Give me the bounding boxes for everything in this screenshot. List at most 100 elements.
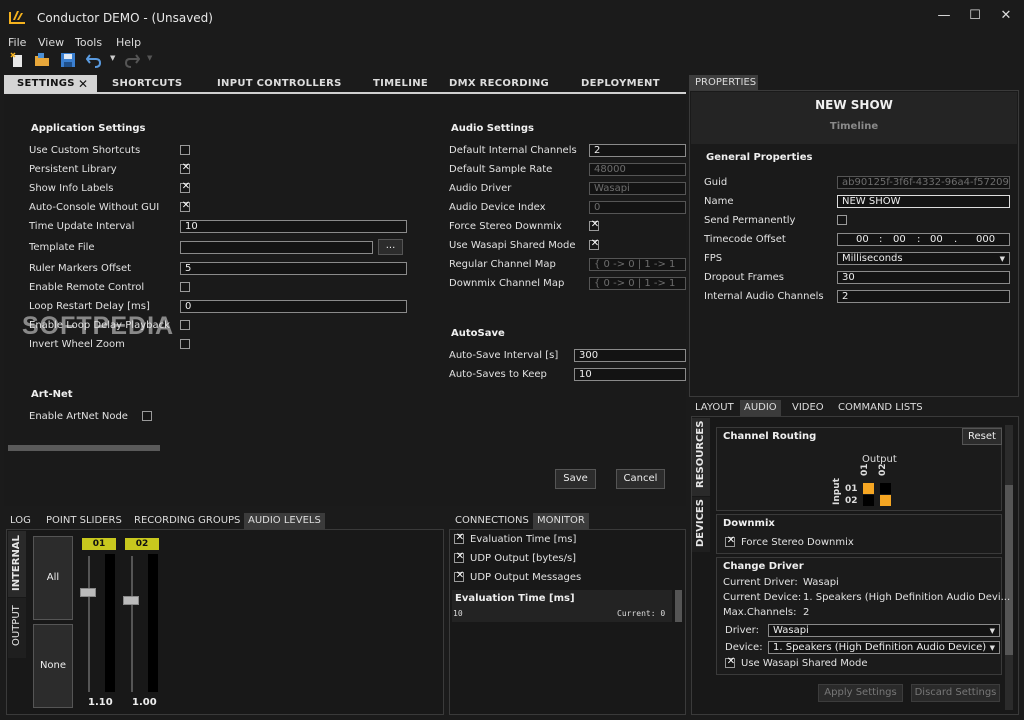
force-stereo-downmix-checkbox[interactable]: ✕ [725,535,735,547]
undo-icon[interactable] [86,52,102,68]
vtab-devices[interactable]: DEVICES [692,497,710,552]
send-permanently-checkbox[interactable] [837,215,847,225]
discard-settings-button[interactable]: Discard Settings [911,684,1000,702]
artnet-checkbox[interactable] [142,411,152,421]
setting-input[interactable]: { 0 -> 0 | 1 -> 1 [589,258,686,271]
tab-shortcuts[interactable]: SHORTCUTS [112,75,182,93]
use-wasapi-shared-checkbox[interactable]: ✕ [725,656,735,668]
udp-output-messages-checkbox[interactable]: ✕ [454,570,464,582]
check-mark-icon: ✕ [590,219,600,230]
select-all-button[interactable]: All [33,536,73,620]
setting-input[interactable]: 5 [180,262,407,275]
dropout-frames-input[interactable]: 30 [837,271,1010,284]
tab-connections[interactable]: CONNECTIONS [451,513,533,529]
evaluation-time-checkbox[interactable]: ✕ [454,532,464,544]
setting-input[interactable]: 2 [589,144,686,157]
template-file-input[interactable] [180,241,373,254]
setting-checkbox[interactable] [180,339,190,349]
monitor-scrollbar[interactable] [675,590,682,622]
autosave-interval-input[interactable]: 300 [574,349,686,362]
check-mark-icon: ✕ [181,162,191,173]
routing-cell-on[interactable] [880,495,891,506]
tab-dmx-recording[interactable]: DMX RECORDING [449,75,549,93]
minimize-button[interactable]: — [936,8,952,24]
setting-checkbox[interactable] [180,282,190,292]
setting-input[interactable]: 48000 [589,163,686,176]
setting-label: Default Internal Channels [449,145,577,156]
internal-audio-channels-input[interactable]: 2 [837,290,1010,303]
undo-dropdown-icon[interactable]: ▼ [110,54,115,62]
fader-handle-01[interactable] [80,588,96,597]
setting-input[interactable]: Wasapi [589,182,686,195]
setting-checkbox[interactable] [180,320,190,330]
setting-checkbox[interactable]: ✕ [589,219,600,231]
input-row-02: 02 [845,496,858,506]
tab-log[interactable]: LOG [6,513,35,529]
udp-output-bytes-checkbox[interactable]: ✕ [454,551,464,563]
tab-point-sliders[interactable]: POINT SLIDERS [42,513,126,529]
fader-handle-02[interactable] [123,596,139,605]
tab-layout[interactable]: LAYOUT [691,400,738,416]
close-tab-icon[interactable]: ✕ [78,75,88,93]
apply-settings-button[interactable]: Apply Settings [818,684,903,702]
tab-video[interactable]: VIDEO [788,400,828,416]
vtab-output[interactable]: OUTPUT [8,598,26,658]
new-file-icon[interactable] [10,52,26,68]
timecode-minutes: 00 [893,234,906,245]
setting-checkbox[interactable]: ✕ [180,181,190,193]
reset-button[interactable]: Reset [962,428,1002,445]
vertical-scrollbar-thumb[interactable] [1005,485,1013,655]
tab-properties[interactable]: PROPERTIES [689,75,758,90]
guid-input[interactable]: ab90125f-3f6f-4332-96a4-f57209b [837,176,1010,189]
autosave-keep-input[interactable]: 10 [574,368,686,381]
tab-monitor[interactable]: MONITOR [533,513,589,529]
open-folder-icon[interactable] [34,52,50,68]
setting-checkbox[interactable] [180,145,190,155]
save-icon[interactable] [60,52,76,68]
setting-input[interactable]: 0 [589,201,686,214]
evaluation-time-label: Evaluation Time [ms] [470,534,577,545]
tab-input-controllers[interactable]: INPUT CONTROLLERS [217,75,342,93]
tab-command-lists[interactable]: COMMAND LISTS [834,400,927,416]
setting-checkbox[interactable]: ✕ [180,200,190,212]
output-col-01: 01 [860,463,870,476]
setting-checkbox[interactable]: ✕ [589,238,599,250]
timecode-offset-input[interactable]: 00 : 00 : 00 . 000 [837,233,1010,246]
save-button[interactable]: Save [555,469,596,489]
menu-help[interactable]: Help [116,36,141,49]
tab-timeline[interactable]: TIMELINE [373,75,428,93]
setting-input[interactable]: 10 [180,220,407,233]
horizontal-scrollbar[interactable] [8,445,160,451]
fps-select[interactable]: Milliseconds ▼ [837,252,1010,265]
vtab-resources[interactable]: RESOURCES [692,418,710,496]
menu-view[interactable]: View [38,36,64,49]
cancel-button[interactable]: Cancel [616,469,665,489]
timecode-sep: : [879,234,883,245]
vtab-internal[interactable]: INTERNAL [8,531,26,597]
device-select[interactable]: 1. Speakers (High Definition Audio Devic… [768,641,1000,654]
dropout-frames-label: Dropout Frames [704,272,784,283]
fader-track-01 [88,556,90,692]
tab-recording-groups[interactable]: RECORDING GROUPS [130,513,244,529]
setting-checkbox[interactable]: ✕ [180,162,191,174]
routing-cell-off[interactable] [880,483,891,494]
setting-input[interactable]: { 0 -> 0 | 1 -> 1 [589,277,686,290]
close-window-button[interactable]: ✕ [998,8,1014,24]
browse-file-button[interactable]: ... [378,239,403,255]
setting-input[interactable]: 0 [180,300,407,313]
driver-select[interactable]: Wasapi ▼ [768,624,1000,637]
input-row-01: 01 [845,484,858,494]
tab-deployment[interactable]: DEPLOYMENT [581,75,660,93]
routing-cell-off[interactable] [863,495,874,506]
setting-label: Regular Channel Map [449,259,556,270]
tab-audio-levels[interactable]: AUDIO LEVELS [244,513,325,529]
timecode-offset-label: Timecode Offset [704,234,786,245]
routing-cell-on[interactable] [863,483,874,494]
menu-file[interactable]: File [8,36,26,49]
select-none-button[interactable]: None [33,624,73,708]
tab-settings[interactable]: SETTINGS ✕ [4,75,97,93]
maximize-button[interactable]: ☐ [967,8,983,24]
menu-tools[interactable]: Tools [75,36,102,49]
tab-audio[interactable]: AUDIO [740,400,781,416]
name-input[interactable]: NEW SHOW [837,195,1010,208]
